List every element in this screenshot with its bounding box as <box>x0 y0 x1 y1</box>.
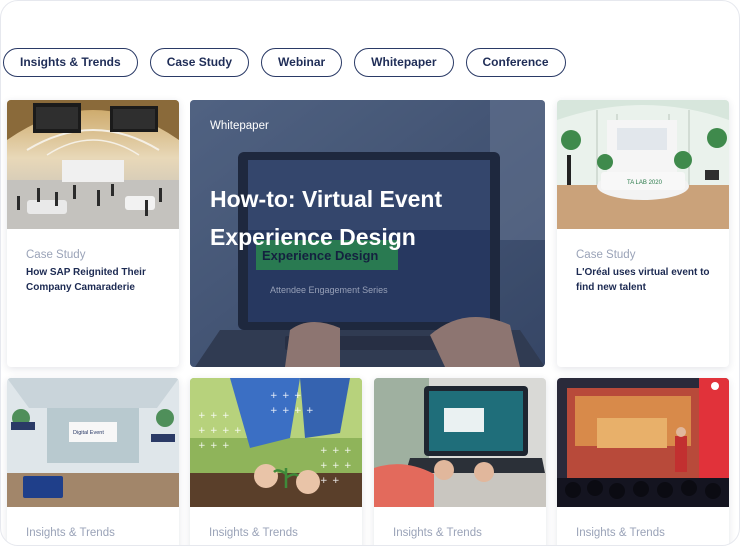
card-category: Case Study <box>576 249 636 261</box>
svg-text:+: + <box>198 441 206 451</box>
card-image-virtual-lobby: Digital Event <box>7 378 179 507</box>
svg-text:+: + <box>198 411 206 421</box>
featured-card[interactable]: Experience Design Attendee Engagement Se… <box>190 100 545 367</box>
svg-text:+: + <box>270 391 278 401</box>
filter-bar: Insights & Trends Case Study Webinar Whi… <box>3 48 566 77</box>
svg-text:+: + <box>332 446 340 456</box>
card-category: Insights & Trends <box>209 527 298 539</box>
svg-text:+: + <box>198 426 206 436</box>
svg-text:+: + <box>222 426 230 436</box>
svg-text:+: + <box>294 391 302 401</box>
card-image-planting-hands: + + + + + + + + + + + + + + + + + + + + + + + + + <box>190 378 362 507</box>
card-insights-3[interactable]: Insights & Trends <box>374 378 546 545</box>
svg-text:+: + <box>344 446 352 456</box>
svg-text:+: + <box>320 476 328 486</box>
svg-text:+: + <box>210 426 218 436</box>
filter-insights-trends[interactable]: Insights & Trends <box>3 48 138 77</box>
svg-text:+: + <box>234 426 242 436</box>
filter-conference[interactable]: Conference <box>465 48 566 77</box>
card-image-laptop-typing <box>374 378 546 507</box>
svg-text:+: + <box>222 411 230 421</box>
card-insights-4[interactable]: Insights & Trends <box>557 378 729 545</box>
card-image-virtual-booth: TA LAB 2020 <box>557 100 729 229</box>
svg-text:+: + <box>332 461 340 471</box>
svg-text:+: + <box>320 446 328 456</box>
svg-text:+: + <box>320 461 328 471</box>
content-panel: Insights & Trends Case Study Webinar Whi… <box>0 0 740 546</box>
featured-title: How-to: Virtual Event Experience Design <box>210 186 443 250</box>
filter-webinar[interactable]: Webinar <box>261 48 343 77</box>
svg-text:+: + <box>282 406 290 416</box>
filter-whitepaper[interactable]: Whitepaper <box>354 48 454 77</box>
card-title: How SAP Reignited Their Company Camarade… <box>26 267 146 293</box>
card-category: Insights & Trends <box>26 527 115 539</box>
card-category: Insights & Trends <box>393 527 482 539</box>
svg-text:+: + <box>332 476 340 486</box>
card-category: Case Study <box>26 249 86 261</box>
filter-case-study[interactable]: Case Study <box>149 48 250 77</box>
lobby-screen-label: Digital Event <box>73 430 104 436</box>
card-insights-1[interactable]: Digital Event Insights & Trends <box>7 378 179 545</box>
featured-category: Whitepaper <box>210 120 269 132</box>
svg-text:+: + <box>344 461 352 471</box>
card-image-station-hall <box>7 100 179 229</box>
card-insights-2[interactable]: + + + + + + + + + + + + + + + + + + + + + + + + + Insight… <box>190 378 362 545</box>
svg-text:+: + <box>222 441 230 451</box>
card-loreal-case-study[interactable]: TA LAB 2020 Case Study L'Oréal uses virt… <box>557 100 729 367</box>
booth-label: TA LAB 2020 <box>627 180 663 186</box>
svg-text:+: + <box>270 406 278 416</box>
card-sap-case-study[interactable]: Case Study How SAP Reignited Their Compa… <box>7 100 179 367</box>
svg-text:+: + <box>210 441 218 451</box>
svg-text:+: + <box>306 406 314 416</box>
svg-text:+: + <box>294 406 302 416</box>
svg-text:+: + <box>282 391 290 401</box>
card-title: L'Oréal uses virtual event to find new t… <box>576 267 710 293</box>
svg-text:+: + <box>210 411 218 421</box>
card-image-stage-speaker <box>557 378 729 507</box>
card-category: Insights & Trends <box>576 527 665 539</box>
